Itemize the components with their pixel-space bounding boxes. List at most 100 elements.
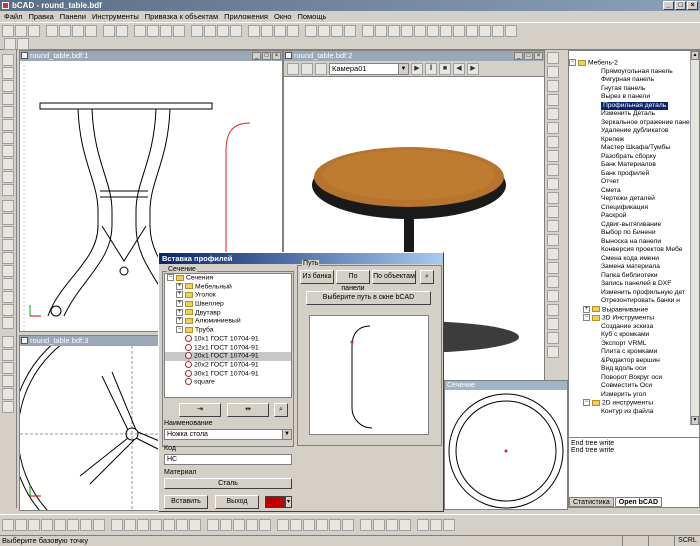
tree-item[interactable]: Изменить Деталь <box>569 110 691 119</box>
tree-item[interactable]: Удаление дубликатов <box>569 127 691 136</box>
menu-help[interactable]: Помощь <box>297 11 326 22</box>
code-field[interactable]: НС <box>164 454 292 465</box>
intersect-icon[interactable] <box>189 518 201 531</box>
camera-icon[interactable] <box>287 25 299 37</box>
camera-view-icon[interactable] <box>301 62 313 75</box>
shade3d-icon[interactable] <box>430 518 442 531</box>
snap-end-icon[interactable] <box>362 25 374 37</box>
collapse-icon[interactable]: − <box>583 399 590 406</box>
play-icon[interactable]: ▶ <box>411 62 423 75</box>
tree-item[interactable]: Гнутая панель <box>569 85 691 94</box>
save-icon[interactable] <box>28 25 40 37</box>
move-icon[interactable] <box>2 200 14 212</box>
tree-folder[interactable]: + Швеллер <box>165 300 291 309</box>
mirror3d-icon[interactable] <box>329 518 341 531</box>
layers-icon[interactable] <box>248 25 260 37</box>
surface-icon[interactable] <box>220 518 232 531</box>
max-icon[interactable]: □ <box>524 52 533 60</box>
scroll-down-icon[interactable]: ▼ <box>691 416 699 425</box>
undo-icon[interactable] <box>103 25 115 37</box>
tree-scrollbar[interactable]: ▲ ▼ <box>690 51 699 425</box>
view-iso-icon[interactable] <box>230 25 242 37</box>
hatch-icon[interactable] <box>2 145 14 157</box>
measure-icon[interactable] <box>344 25 356 37</box>
menu-file[interactable]: Файл <box>4 11 22 22</box>
min-icon[interactable]: _ <box>252 52 261 60</box>
menu-panels[interactable]: Панели <box>60 11 86 22</box>
tree-item[interactable]: Мастер Шкафа/Тумбы <box>569 144 691 153</box>
collapse-icon[interactable]: − <box>176 326 183 334</box>
from-bank-button[interactable]: Из банка <box>300 270 334 284</box>
line-icon[interactable] <box>2 54 14 66</box>
expand-icon[interactable]: + <box>176 300 183 308</box>
part-drawings-icon[interactable] <box>547 262 559 274</box>
zoom-window-icon[interactable] <box>160 25 172 37</box>
tree-item[interactable]: Сдвиг-вытягивание <box>569 221 691 230</box>
tree-profile[interactable]: square <box>165 378 291 387</box>
extend-icon[interactable] <box>2 278 14 290</box>
tree-folder[interactable]: + Двутавр <box>165 308 291 318</box>
tree-item[interactable]: Плита с кромками <box>569 348 691 357</box>
step-forward-icon[interactable]: ▶ <box>467 62 479 75</box>
subtract-icon[interactable] <box>176 518 188 531</box>
scale-icon[interactable] <box>2 226 14 238</box>
add-section-button[interactable]: ⇥ <box>179 403 221 417</box>
circle-icon[interactable] <box>2 80 14 92</box>
name-select[interactable]: Ножка стола ▼ <box>164 429 292 440</box>
report-icon[interactable] <box>547 234 559 246</box>
snap-center-icon[interactable] <box>388 25 400 37</box>
material-icon[interactable] <box>2 362 14 374</box>
torus-icon[interactable] <box>54 518 66 531</box>
snap-off-icon[interactable] <box>492 25 504 37</box>
expand-icon[interactable]: + <box>176 308 183 316</box>
text-icon[interactable] <box>2 132 14 144</box>
rectangle-icon[interactable] <box>2 106 14 118</box>
snap-perp-icon[interactable] <box>414 25 426 37</box>
array-icon[interactable] <box>2 252 14 264</box>
tree-item[interactable]: Банк профилей <box>569 170 691 179</box>
close-icon[interactable]: × <box>534 52 543 60</box>
menu-apps[interactable]: Приложения <box>224 11 268 22</box>
fillet-icon[interactable] <box>2 304 14 316</box>
snap-quad-icon[interactable] <box>440 25 452 37</box>
camera-pick-icon[interactable] <box>287 62 299 75</box>
convert-icon[interactable] <box>547 346 559 358</box>
panel-cutout-icon[interactable] <box>547 94 559 106</box>
paste-icon[interactable] <box>85 25 97 37</box>
shift-extrude-icon[interactable] <box>547 304 559 316</box>
collapse-icon[interactable]: − <box>569 59 576 66</box>
pan-icon[interactable] <box>147 25 159 37</box>
expand-icon[interactable]: + <box>176 317 183 325</box>
tree-folder[interactable]: + Мебельный <box>165 282 291 292</box>
ucs-icon[interactable] <box>360 518 372 531</box>
minimize-button[interactable]: _ <box>663 1 674 10</box>
tree-group-align[interactable]: + Выравнивание <box>569 305 691 315</box>
texture-icon[interactable] <box>2 375 14 387</box>
sphere-icon[interactable] <box>41 518 53 531</box>
close-button[interactable]: × <box>687 1 698 10</box>
material-button[interactable]: Сталь <box>164 478 292 489</box>
panel-shaped-icon[interactable] <box>547 66 559 78</box>
snap-grid-icon[interactable] <box>479 25 491 37</box>
line-tool-icon[interactable] <box>4 38 16 50</box>
tree-item[interactable]: Совместить Оси <box>569 382 691 391</box>
redo-icon[interactable] <box>116 25 128 37</box>
disassemble-icon[interactable] <box>547 192 559 204</box>
snap-intersection-icon[interactable] <box>401 25 413 37</box>
expand-icon[interactable]: + <box>176 291 183 299</box>
tree-item[interactable]: Создание эскиза <box>569 323 691 332</box>
pick-path-button[interactable]: Выберите путь в окне bCAD <box>306 291 431 305</box>
menu-edit[interactable]: Правка <box>28 11 53 22</box>
tree-profile[interactable]: 30x1 ГОСТ 10704-91 <box>165 369 291 379</box>
min-icon[interactable]: _ <box>514 52 523 60</box>
camera-select[interactable]: Камера01 ▼ <box>329 62 409 75</box>
tree-folder[interactable]: + Уголок <box>165 291 291 300</box>
tree-group-2d[interactable]: −2D инструменты <box>569 399 691 408</box>
offset-icon[interactable] <box>2 291 14 303</box>
shade-icon[interactable] <box>2 388 14 400</box>
zoom-icon[interactable] <box>134 25 146 37</box>
tree-root[interactable]: − Мебель-2 <box>569 59 691 68</box>
snap-nearest-icon[interactable] <box>453 25 465 37</box>
render3d-icon[interactable] <box>443 518 455 531</box>
pyramid-icon[interactable] <box>67 518 79 531</box>
